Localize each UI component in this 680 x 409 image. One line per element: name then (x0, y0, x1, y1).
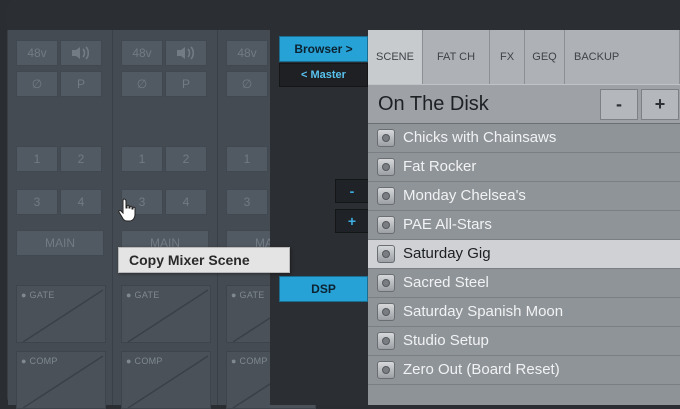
list-item[interactable]: Sacred Steel (368, 269, 680, 298)
scene-label: Monday Chelsea's (403, 187, 526, 204)
channel-strip: 48v ∅ P 1 2 3 4 MAIN ● GATE ● COMP (8, 30, 113, 409)
scene-icon (377, 158, 395, 176)
scene-icon (377, 274, 395, 292)
scene-icon (377, 361, 395, 379)
list-item[interactable]: PAE All-Stars (368, 211, 680, 240)
tab-fx[interactable]: FX (490, 30, 525, 84)
tab-bar: SCENE FAT CH FX GEQ BACKUP (368, 30, 680, 84)
send-3-button[interactable]: 3 (16, 189, 58, 215)
speaker-icon[interactable] (165, 40, 207, 66)
location-title: On The Disk (378, 93, 489, 115)
pad-button[interactable]: P (60, 71, 102, 97)
tooltip: Copy Mixer Scene (118, 247, 290, 273)
scene-icon (377, 245, 395, 263)
channel-strips: 48v ∅ P 1 2 3 4 MAIN ● GATE ● COMP 48v ∅… (8, 30, 323, 409)
send-1-button[interactable]: 1 (16, 146, 58, 172)
send-2-button[interactable]: 2 (165, 146, 207, 172)
header-plus-button[interactable]: + (641, 89, 679, 120)
top-bar (7, 0, 680, 30)
scene-icon (377, 303, 395, 321)
location-header: On The Disk - + (368, 84, 680, 124)
phantom-power-button[interactable]: 48v (226, 40, 268, 66)
pad-button[interactable]: P (165, 71, 207, 97)
gate-box[interactable]: ● GATE (121, 285, 211, 343)
list-item[interactable]: Saturday Spanish Moon (368, 298, 680, 327)
scene-label: PAE All-Stars (403, 216, 492, 233)
send-1-button[interactable]: 1 (121, 146, 163, 172)
tab-backup[interactable]: BACKUP (565, 30, 680, 84)
scene-label: Sacred Steel (403, 274, 489, 291)
main-button[interactable]: MAIN (16, 230, 104, 256)
scene-minus-button[interactable]: - (335, 179, 369, 203)
scene-icon (377, 216, 395, 234)
speaker-icon[interactable] (60, 40, 102, 66)
dsp-button[interactable]: DSP (279, 276, 368, 302)
scene-plus-button[interactable]: + (335, 209, 369, 233)
scene-label: Saturday Gig (403, 245, 491, 262)
comp-label: ● COMP (126, 356, 163, 366)
list-item[interactable]: Monday Chelsea's (368, 182, 680, 211)
gate-box[interactable]: ● GATE (16, 285, 106, 343)
master-button[interactable]: < Master (279, 63, 368, 87)
scene-label: Chicks with Chainsaws (403, 129, 557, 146)
scene-list: Chicks with Chainsaws Fat Rocker Monday … (368, 124, 680, 385)
gate-label: ● GATE (126, 290, 160, 300)
comp-box[interactable]: ● COMP (121, 351, 211, 409)
scene-icon (377, 332, 395, 350)
polarity-button[interactable]: ∅ (16, 71, 58, 97)
scene-label: Zero Out (Board Reset) (403, 361, 560, 378)
gate-label: ● GATE (231, 290, 265, 300)
send-4-button[interactable]: 4 (60, 189, 102, 215)
scene-label: Fat Rocker (403, 158, 477, 175)
send-4-button[interactable]: 4 (165, 189, 207, 215)
gate-label: ● GATE (21, 290, 55, 300)
comp-label: ● COMP (21, 356, 58, 366)
list-item-selected[interactable]: Saturday Gig (368, 240, 680, 269)
send-3-button[interactable]: 3 (226, 189, 268, 215)
list-item[interactable]: Studio Setup (368, 327, 680, 356)
scene-panel: SCENE FAT CH FX GEQ BACKUP On The Disk -… (368, 30, 680, 405)
hand-cursor-icon (118, 198, 136, 222)
scene-label: Saturday Spanish Moon (403, 303, 564, 320)
list-item[interactable]: Zero Out (Board Reset) (368, 356, 680, 385)
polarity-button[interactable]: ∅ (226, 71, 268, 97)
tab-fat-ch[interactable]: FAT CH (423, 30, 490, 84)
scene-icon (377, 187, 395, 205)
list-item[interactable]: Chicks with Chainsaws (368, 124, 680, 153)
scene-label: Studio Setup (403, 332, 489, 349)
send-1-button[interactable]: 1 (226, 146, 268, 172)
tab-geq[interactable]: GEQ (525, 30, 565, 84)
phantom-power-button[interactable]: 48v (16, 40, 58, 66)
phantom-power-button[interactable]: 48v (121, 40, 163, 66)
comp-label: ● COMP (231, 356, 268, 366)
comp-box[interactable]: ● COMP (16, 351, 106, 409)
header-minus-button[interactable]: - (600, 89, 638, 120)
browser-button[interactable]: Browser > (279, 36, 368, 62)
tab-scene[interactable]: SCENE (368, 30, 423, 84)
scene-icon (377, 129, 395, 147)
polarity-button[interactable]: ∅ (121, 71, 163, 97)
list-item[interactable]: Fat Rocker (368, 153, 680, 182)
send-2-button[interactable]: 2 (60, 146, 102, 172)
